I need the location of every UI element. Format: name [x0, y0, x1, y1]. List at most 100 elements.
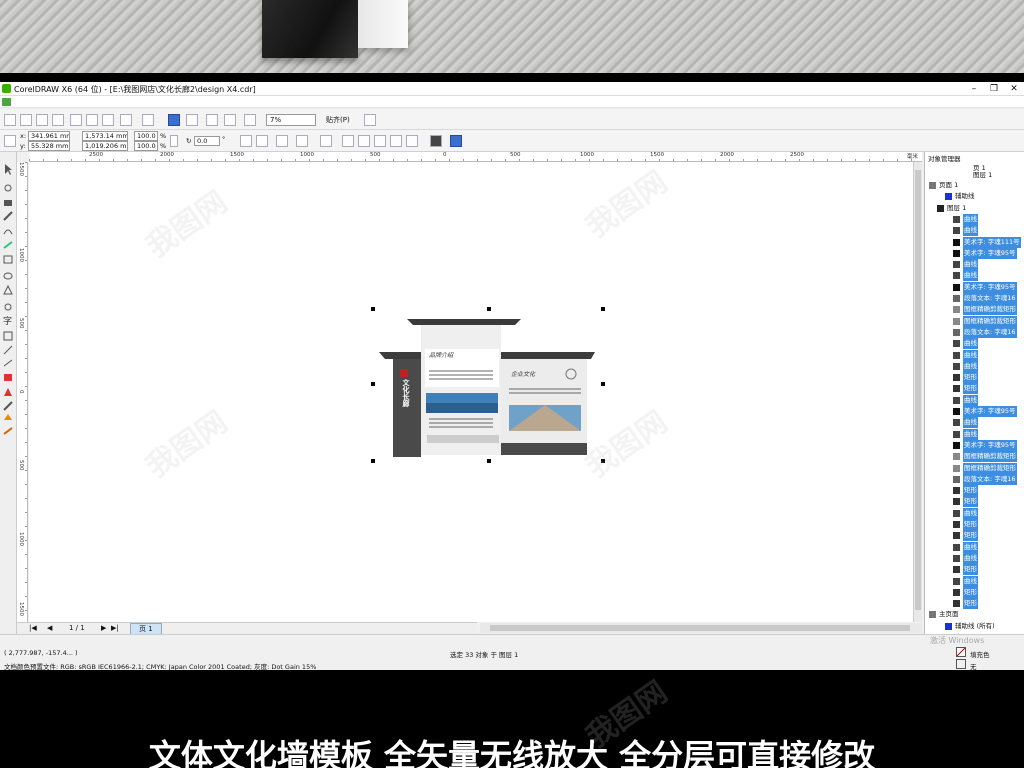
object-list-item[interactable]: 曲线 [925, 541, 1024, 553]
selection-handle[interactable] [371, 382, 375, 386]
object-list-item[interactable]: 矩形 [925, 372, 1024, 384]
object-list-item[interactable]: 曲线 [925, 552, 1024, 564]
paste-icon[interactable] [102, 114, 114, 126]
object-list-item[interactable]: 美术字: 字魂111号 [925, 236, 1024, 248]
y-position-field[interactable]: 55.328 mm [28, 141, 70, 151]
object-list-item[interactable]: 图框精确剪裁矩形 [925, 451, 1024, 463]
selection-handle[interactable] [371, 459, 375, 463]
weld-icon[interactable] [342, 135, 354, 147]
color-profile-info[interactable]: 文档颜色预置文件: RGB: sRGB IEC61966-2.1; CMYK: … [4, 661, 316, 671]
front-minus-back-icon[interactable] [406, 135, 418, 147]
object-list-item[interactable]: 段落文本: 字魂16 [925, 293, 1024, 304]
prev-page-icon[interactable]: ◀ [47, 624, 52, 632]
zoom-level-select[interactable]: 7% [266, 114, 316, 126]
object-list-item[interactable]: 曲线 [925, 417, 1024, 429]
combine-icon[interactable] [320, 135, 332, 147]
object-list-item[interactable]: 矩形 [925, 383, 1024, 395]
culture-wall-artwork[interactable]: 文化长廊 品牌介绍 企业文化 [371, 307, 605, 463]
mirror-horizontal-icon[interactable] [240, 135, 252, 147]
vertical-scroll-thumb[interactable] [915, 170, 921, 610]
object-list-item[interactable]: 辅助线 (所有) [925, 621, 1024, 632]
object-origin-icon[interactable] [4, 135, 16, 147]
import-icon[interactable] [168, 114, 180, 126]
object-list-item[interactable]: 曲线 [925, 338, 1024, 350]
save-icon[interactable] [36, 114, 48, 126]
trim-icon[interactable] [358, 135, 370, 147]
new-file-icon[interactable] [4, 114, 16, 126]
lock-ratio-icon[interactable] [170, 135, 178, 147]
document-menu-icon[interactable] [2, 98, 11, 106]
selection-handle[interactable] [601, 459, 605, 463]
selection-handle[interactable] [601, 307, 605, 311]
vertical-scrollbar[interactable] [913, 162, 922, 622]
horizontal-scroll-thumb[interactable] [490, 625, 910, 631]
redo-icon[interactable] [142, 114, 154, 126]
object-list-item[interactable]: 矩形 [925, 519, 1024, 530]
x-position-field[interactable]: 341.961 mm [28, 131, 70, 141]
width-field[interactable]: 1,573.14 mm [82, 131, 128, 141]
restore-icon[interactable]: ❐ [984, 82, 1004, 96]
object-list-item[interactable]: 曲线 [925, 270, 1024, 282]
ungroup-icon[interactable] [296, 135, 308, 147]
align-distribute-icon[interactable] [450, 135, 462, 147]
object-list-item[interactable]: 曲线 [925, 360, 1024, 372]
object-list-item[interactable]: 矩形 [925, 598, 1024, 610]
object-list-item[interactable]: 曲线 [925, 213, 1024, 225]
create-boundary-icon[interactable] [430, 135, 442, 147]
object-list-item[interactable]: 曲线 [925, 225, 1024, 237]
object-list-item[interactable]: 曲线 [925, 507, 1024, 519]
object-list-item[interactable]: 段落文本: 字魂16 [925, 326, 1024, 338]
open-file-icon[interactable] [20, 114, 32, 126]
snap-to-button[interactable]: 贴齐(P) [326, 114, 350, 126]
object-list-item[interactable]: 美术字: 字魂95号 [925, 247, 1024, 259]
object-list-item[interactable]: 美术字: 字魂95号 [925, 406, 1024, 417]
object-list-item[interactable]: 段落文本: 字魂16 [925, 473, 1024, 485]
height-field[interactable]: 1,019.206 mm [82, 141, 128, 151]
fill-swatch-icon[interactable] [956, 647, 966, 657]
object-list-item[interactable]: 图框精确剪裁矩形 [925, 304, 1024, 316]
selection-handle[interactable] [487, 459, 491, 463]
object-list-item[interactable]: 图框精确剪裁矩形 [925, 462, 1024, 474]
outline-swatch-icon[interactable] [956, 659, 966, 669]
group-icon[interactable] [276, 135, 288, 147]
scale-height-field[interactable]: 100.0 [134, 141, 158, 151]
rotation-angle-field[interactable]: 0.0 [194, 136, 220, 146]
object-list-item[interactable]: 曲线 [925, 394, 1024, 406]
next-page-icon[interactable]: ▶ [101, 624, 106, 632]
export-icon[interactable] [186, 114, 198, 126]
cut-icon[interactable] [70, 114, 82, 126]
object-list-item[interactable]: 曲线 [925, 428, 1024, 440]
application-launcher-icon[interactable] [224, 114, 236, 126]
close-icon[interactable]: ✕ [1004, 82, 1024, 96]
publish-pdf-icon[interactable] [206, 114, 218, 126]
selection-handle[interactable] [601, 382, 605, 386]
intersect-icon[interactable] [374, 135, 386, 147]
object-list-item[interactable]: 曲线 [925, 349, 1024, 361]
selection-handle[interactable] [371, 307, 375, 311]
object-list-item[interactable]: 矩形 [925, 586, 1024, 598]
object-list-item[interactable]: 美术字: 字魂95号 [925, 439, 1024, 451]
object-list-item[interactable]: 矩形 [925, 485, 1024, 497]
full-screen-preview-icon[interactable] [244, 114, 256, 126]
undo-icon[interactable] [120, 114, 132, 126]
print-icon[interactable] [52, 114, 64, 126]
object-list-item[interactable]: 矩形 [925, 530, 1024, 542]
object-list-item[interactable]: 图框精确剪裁矩形 [925, 315, 1024, 327]
copy-icon[interactable] [86, 114, 98, 126]
object-list-item[interactable]: 曲线 [925, 259, 1024, 271]
object-list-item[interactable]: 辅助线 [925, 191, 1024, 202]
object-list-item[interactable]: 美术字: 字魂95号 [925, 281, 1024, 293]
selection-handle[interactable] [487, 307, 491, 311]
object-list-item[interactable]: 图层 1 [925, 203, 1024, 214]
object-list-item[interactable]: 页面 1 [925, 180, 1024, 191]
simplify-icon[interactable] [390, 135, 402, 147]
minimize-icon[interactable]: – [964, 82, 984, 96]
object-list-item[interactable]: 主页面 [925, 609, 1024, 620]
horizontal-scrollbar[interactable] [480, 623, 922, 633]
first-page-icon[interactable]: |◀ [29, 624, 37, 632]
object-list-item[interactable]: 矩形 [925, 496, 1024, 508]
scale-width-field[interactable]: 100.0 [134, 131, 158, 141]
last-page-icon[interactable]: ▶| [111, 624, 119, 632]
mirror-vertical-icon[interactable] [256, 135, 268, 147]
options-icon[interactable] [364, 114, 376, 126]
